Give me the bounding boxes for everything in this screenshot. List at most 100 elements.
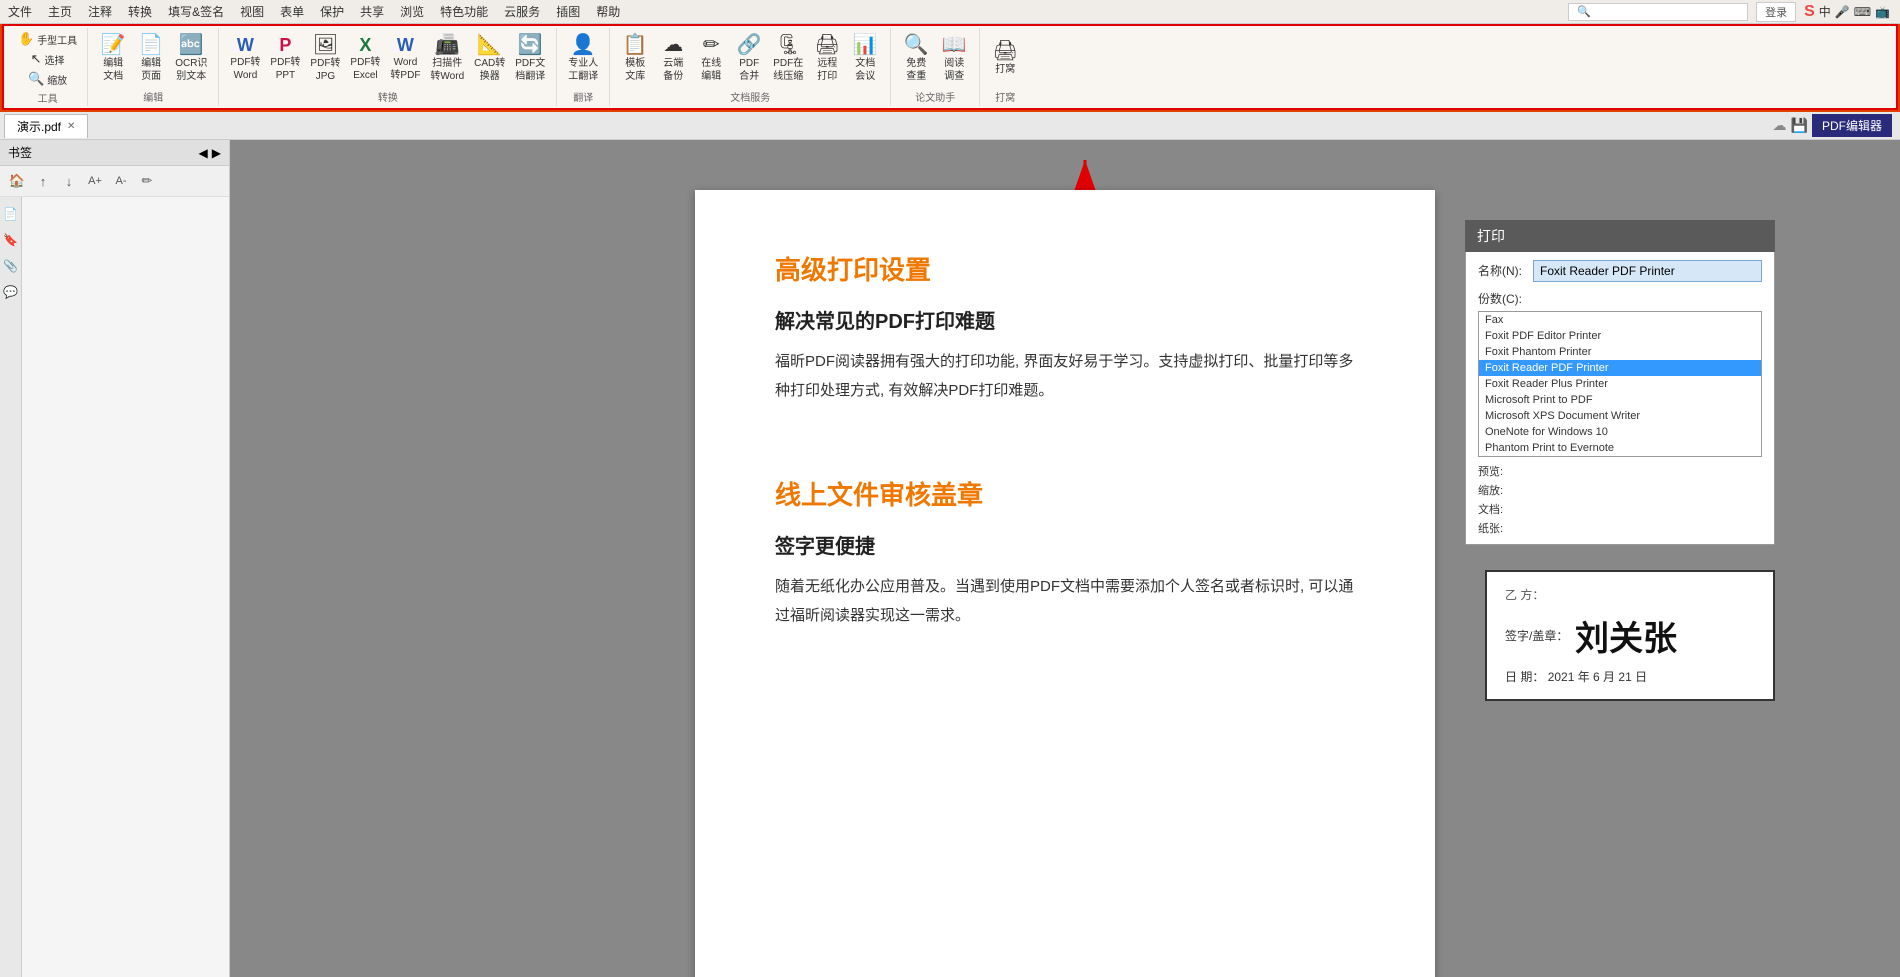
bookmark-edit-btn[interactable]: ✏ (136, 170, 158, 192)
section-print: 高级打印设置 解决常见的PDF打印难题 福昕PDF阅读器拥有强大的打印功能, 界… (775, 250, 1355, 405)
doc-meeting-btn[interactable]: 📊 文档会议 (846, 33, 884, 85)
sogou-mic[interactable]: 🎤 (1835, 5, 1850, 19)
pdf-to-excel-btn[interactable]: X PDF转Excel (345, 34, 385, 84)
sidebar-content (22, 197, 229, 977)
section-signature: 线上文件审核盖章 签字更便捷 随着无纸化办公应用普及。当遇到使用PDF文档中需要… (775, 475, 1355, 630)
menu-fill-sign[interactable]: 填写&签名 (160, 1, 232, 22)
edit-doc-btn[interactable]: 📝 编辑文档 (94, 33, 132, 85)
sogou-zhong[interactable]: 中 (1819, 3, 1831, 20)
page-nav-icon[interactable]: 📄 (2, 205, 20, 223)
pdf-translate-btn[interactable]: 🔄 PDF文档翻译 (510, 33, 550, 85)
menu-protect[interactable]: 保护 (312, 1, 352, 22)
ocr-btn[interactable]: 🔤 OCR识别文本 (170, 33, 212, 85)
comment-icon[interactable]: 💬 (2, 283, 20, 301)
attachment-icon[interactable]: 📎 (2, 257, 20, 275)
ribbon-group-tools: ✋ 手型工具 ↖ 选择 🔍 缩放 工具 (8, 28, 88, 106)
pro-translate-btn[interactable]: 👤 专业人工翻译 (563, 33, 603, 85)
pdf-editor-label: PDF编辑器 (1812, 114, 1892, 137)
sogou-keyboard[interactable]: ⌨ (1854, 5, 1871, 19)
font-decrease-btn[interactable]: A- (110, 170, 132, 192)
template-lib-btn[interactable]: 📋 模板文库 (616, 33, 654, 85)
word-to-pdf-btn[interactable]: W Word转PDF (385, 34, 425, 84)
edit-page-btn[interactable]: 📄 编辑页面 (132, 33, 170, 85)
scan-to-word-btn[interactable]: 📠 扫描件转Word (425, 33, 469, 85)
print-preview-row: 预览: (1478, 463, 1762, 479)
printer-foxit-phantom[interactable]: Foxit Phantom Printer (1479, 344, 1761, 360)
menu-convert[interactable]: 转换 (120, 1, 160, 22)
print-btn[interactable]: 🖨 打窝 (986, 39, 1024, 78)
menu-special[interactable]: 特色功能 (432, 1, 496, 22)
pdf-to-word-btn[interactable]: W PDF转Word (225, 34, 265, 84)
printer-foxit-reader[interactable]: Foxit Reader PDF Printer (1479, 360, 1761, 376)
print-copies-row: 份数(C): (1478, 288, 1762, 307)
menu-help[interactable]: 帮助 (588, 1, 628, 22)
printer-ms-xps[interactable]: Microsoft XPS Document Writer (1479, 408, 1761, 424)
hand-tool-btn[interactable]: ✋ 手型工具 (14, 30, 81, 48)
cloud-icon: ☁ (663, 35, 683, 55)
printer-dropdown[interactable]: Fax Foxit PDF Editor Printer Foxit Phant… (1478, 311, 1762, 457)
menu-home[interactable]: 主页 (40, 1, 80, 22)
printer-foxit-plus[interactable]: Foxit Reader Plus Printer (1479, 376, 1761, 392)
printer-onenote[interactable]: OneNote for Windows 10 (1479, 424, 1761, 440)
bookmark-up-btn[interactable]: ↑ (32, 170, 54, 192)
sidebar-expand-btn[interactable]: ◀ (199, 146, 208, 160)
login-button[interactable]: 登录 (1756, 2, 1796, 22)
print-zoom-row: 缩放: (1478, 482, 1762, 498)
free-check-btn[interactable]: 🔍 免费查重 (897, 33, 935, 85)
cad-converter-btn[interactable]: 📐 CAD转换器 (469, 33, 510, 85)
section-divider (775, 435, 1355, 475)
bookmark-icon[interactable]: 🔖 (2, 231, 20, 249)
print-copies-label: 份数(C): (1478, 288, 1533, 307)
bookmark-down-btn[interactable]: ↓ (58, 170, 80, 192)
pdf-to-ppt-icon: P (279, 36, 291, 54)
pdf-compress-btn[interactable]: 🗜 PDF在线压缩 (768, 33, 808, 85)
tab-close-btn[interactable]: ✕ (67, 121, 75, 132)
online-edit-btn[interactable]: ✏ 在线编辑 (692, 33, 730, 85)
print-name-input[interactable]: Foxit Reader PDF Printer (1533, 260, 1762, 282)
select-tool-btn[interactable]: ↖ 选择 (27, 50, 69, 68)
print-paper-row: 纸张: (1478, 520, 1762, 536)
menu-cloud[interactable]: 云服务 (496, 1, 548, 22)
menu-share[interactable]: 共享 (352, 1, 392, 22)
zoom-tool-btn[interactable]: 🔍 缩放 (24, 70, 71, 88)
reading-survey-btn[interactable]: 📖 阅读调查 (935, 33, 973, 85)
pdf-to-jpg-btn[interactable]: 🖼 PDF转JPG (305, 33, 345, 85)
zoom-label: 缩放: (1478, 482, 1533, 498)
pdf-to-ppt-btn[interactable]: P PDF转PPT (265, 34, 305, 84)
remote-print-btn[interactable]: 🖨 远程打印 (808, 33, 846, 85)
bookmark-home-btn[interactable]: 🏠 (6, 170, 28, 192)
menu-file[interactable]: 文件 (0, 1, 40, 22)
pdf-merge-btn[interactable]: 🔗 PDF合并 (730, 33, 768, 85)
printer-fax[interactable]: Fax (1479, 312, 1761, 328)
paper-label: 纸张: (1478, 520, 1533, 536)
edit-doc-icon: 📝 (101, 35, 126, 55)
docservices-group-label: 文档服务 (730, 87, 770, 104)
menu-form[interactable]: 表单 (272, 1, 312, 22)
search-bar-top[interactable]: 🔍 (1568, 3, 1748, 21)
menu-annotate[interactable]: 注释 (80, 1, 120, 22)
ribbon-group-docservices: 📋 模板文库 ☁ 云端备份 ✏ 在线编辑 🔗 PDF合并 🗜 PDF在线压缩 🖨 (610, 28, 891, 106)
tab-demo-pdf[interactable]: 演示.pdf ✕ (4, 114, 88, 138)
edit-group-label: 编辑 (143, 87, 163, 104)
section1-subtitle: 解决常见的PDF打印难题 (775, 305, 1355, 334)
section2-title: 线上文件审核盖章 (775, 475, 1355, 512)
sogou-area: S 中 🎤 ⌨ 📺 (1804, 3, 1890, 21)
translate-group-label: 翻译 (573, 87, 593, 104)
save-icon-top: 💾 (1791, 117, 1808, 134)
menu-browse[interactable]: 浏览 (392, 1, 432, 22)
print-panel-body: 名称(N): Foxit Reader PDF Printer 份数(C): F… (1465, 252, 1775, 545)
menu-view[interactable]: 视图 (232, 1, 272, 22)
cloud-backup-btn[interactable]: ☁ 云端备份 (654, 33, 692, 85)
translate-icon: 🔄 (518, 35, 543, 55)
sogou-screen[interactable]: 📺 (1875, 5, 1890, 19)
menu-illustration[interactable]: 插图 (548, 1, 588, 22)
font-increase-btn[interactable]: A+ (84, 170, 106, 192)
printer-phantom-evernote[interactable]: Phantom Print to Evernote (1479, 440, 1761, 456)
ribbon-group-convert: W PDF转Word P PDF转PPT 🖼 PDF转JPG X PDF转Exc… (219, 28, 557, 106)
sig-date-value: 2021 年 6 月 21 日 (1548, 670, 1647, 684)
sidebar-collapse-btn[interactable]: ▶ (212, 146, 221, 160)
printer-foxit-editor[interactable]: Foxit PDF Editor Printer (1479, 328, 1761, 344)
ocr-icon: 🔤 (179, 35, 204, 55)
printer-ms-pdf[interactable]: Microsoft Print to PDF (1479, 392, 1761, 408)
pdf-to-jpg-icon: 🖼 (313, 35, 338, 55)
